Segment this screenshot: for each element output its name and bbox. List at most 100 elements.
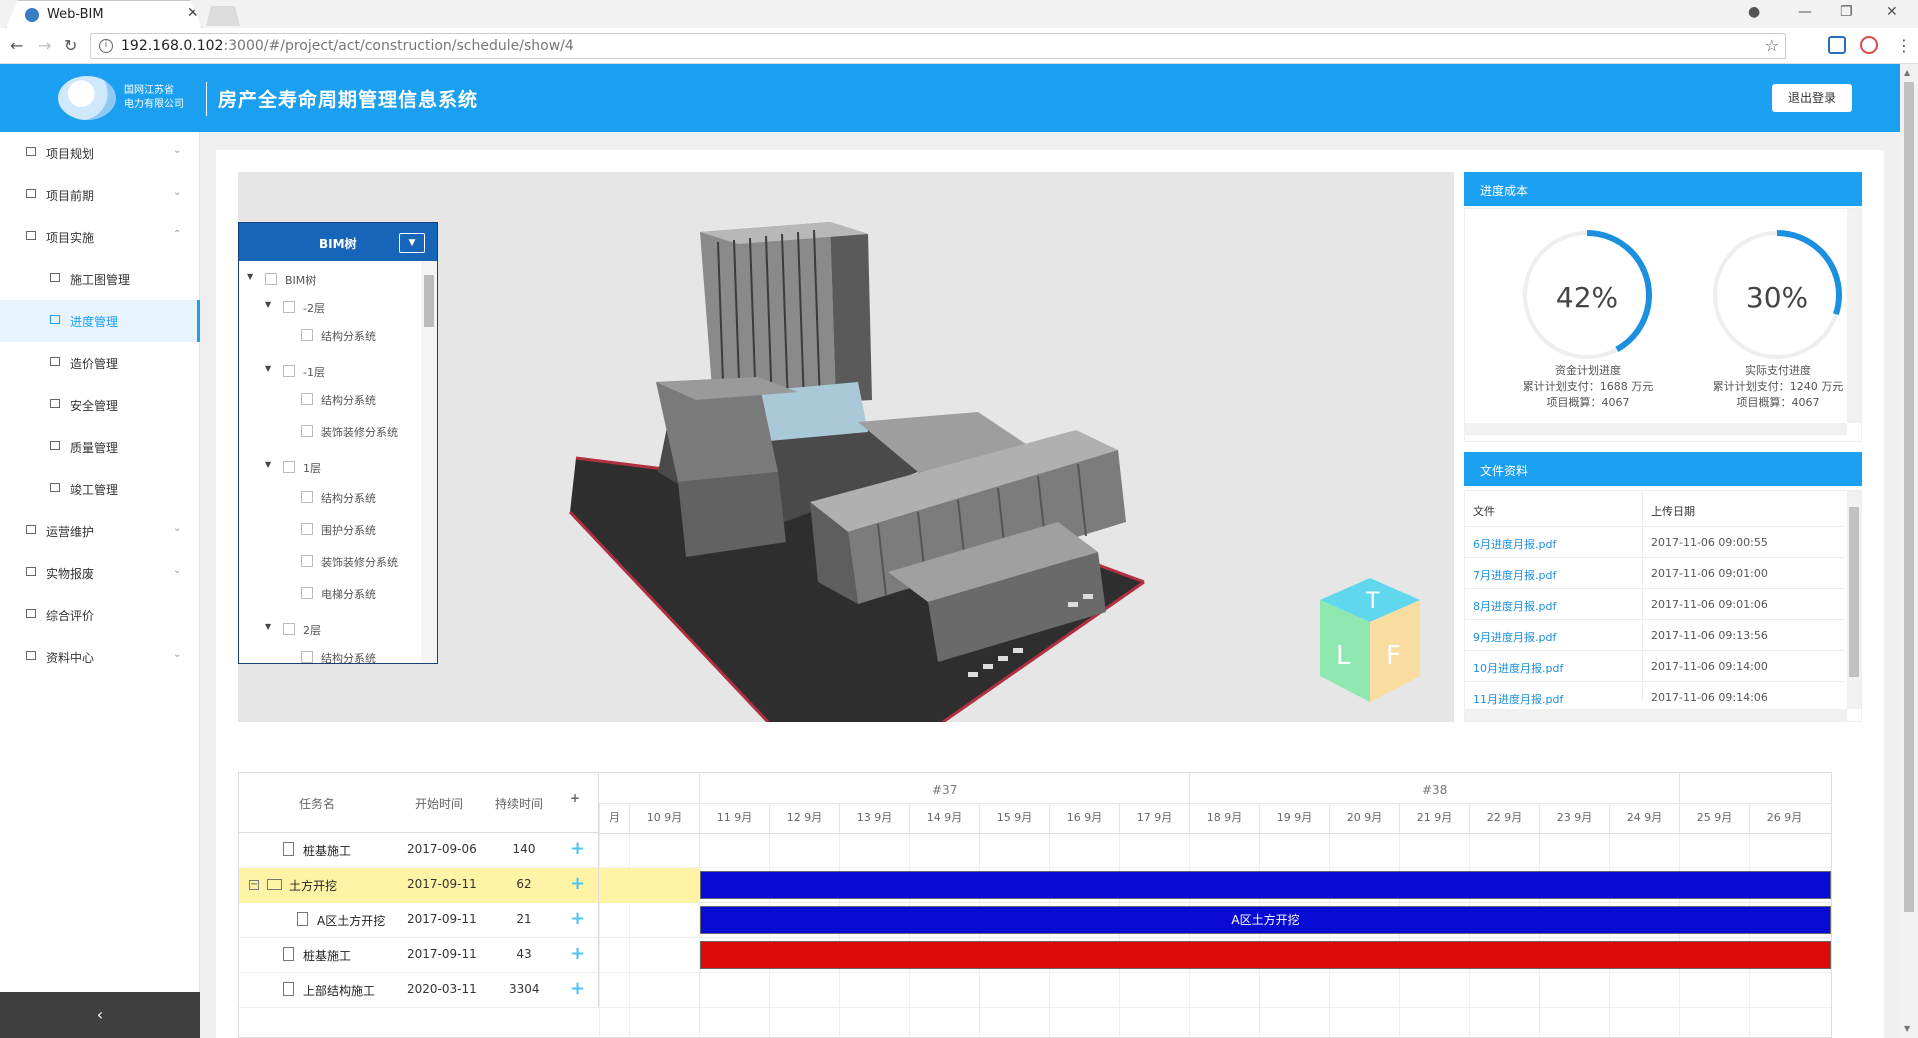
tree-node[interactable]: 装饰装修分系统 [239,419,419,443]
gantt-task-row[interactable]: A区土方开挖 2017-09-11 21 + A区土方开挖 [239,903,1831,938]
tree-expand-icon[interactable]: ▼ [265,300,271,309]
tree-node-checkbox[interactable] [283,623,295,635]
reload-icon[interactable]: ↻ [64,36,77,55]
page-scroll-thumb[interactable] [1904,82,1914,912]
tree-node-checkbox[interactable] [301,523,313,535]
extension-icon[interactable] [1828,36,1846,54]
gantt-bar[interactable] [700,871,1831,899]
file-link[interactable]: 10月进度月报.pdf [1473,660,1563,676]
tree-node[interactable]: 结构分系统 [239,485,419,509]
forward-icon[interactable]: → [38,36,51,55]
tree-node-checkbox[interactable] [283,461,295,473]
page-scrollbar[interactable]: ▲ ▼ [1900,64,1918,1038]
tree-node-checkbox[interactable] [283,365,295,377]
files-hscrollbar[interactable] [1465,709,1847,721]
sidebar-item-9[interactable]: 运营维护 ⌄ [0,510,200,552]
tree-expand-icon[interactable]: ▼ [265,364,271,373]
add-subtask-icon[interactable]: + [570,978,585,999]
sidebar-item-6[interactable]: 安全管理 [0,384,200,426]
account-icon[interactable]: ● [1748,4,1760,20]
sidebar-item-2[interactable]: 项目实施 ⌃ [0,216,200,258]
sidebar-item-10[interactable]: 实物报废 ⌄ [0,552,200,594]
gantt-task-row[interactable]: − 土方开挖 2017-09-11 62 + [239,868,1831,903]
file-link[interactable]: 9月进度月报.pdf [1473,629,1556,645]
bim-tree-scrollbar[interactable] [421,261,437,663]
sidebar-item-3[interactable]: 施工图管理 [0,258,200,300]
files-vscrollbar[interactable] [1847,491,1861,709]
add-task-icon[interactable]: + [570,791,580,805]
file-link[interactable]: 7月进度月报.pdf [1473,567,1556,583]
close-tab-icon[interactable]: ✕ [187,5,199,21]
bim-tree-scroll-thumb[interactable] [424,275,434,327]
tree-node[interactable]: 结构分系统 [239,387,419,411]
tree-node[interactable]: 结构分系统 [239,323,419,347]
tree-node-checkbox[interactable] [301,555,313,567]
menu-dots-icon[interactable]: ⋮ [1896,36,1912,55]
tree-node-checkbox[interactable] [301,425,313,437]
progress-vscrollbar[interactable] [1847,209,1861,423]
view-cube[interactable]: T L F [1310,570,1430,710]
gantt-task-row[interactable]: 桩基施工 2017-09-11 43 + [239,938,1831,973]
files-table-header: 文件 上传日期 [1465,491,1845,527]
view-cube-front[interactable]: F [1386,641,1401,671]
tree-node-checkbox[interactable] [301,491,313,503]
gantt-task-row[interactable]: 上部结构施工 2020-03-11 3304 + [239,973,1831,1008]
minimize-icon[interactable]: — [1798,4,1812,20]
tree-expand-icon[interactable]: ▼ [265,622,271,631]
tree-node[interactable]: ▼ 2层 [239,617,419,641]
tree-node[interactable]: 装饰装修分系统 [239,549,419,573]
tree-node-checkbox[interactable] [283,301,295,313]
tree-node-checkbox[interactable] [301,393,313,405]
browser-tab[interactable]: Web-BIM ✕ [6,0,202,28]
file-link[interactable]: 6月进度月报.pdf [1473,536,1556,552]
sidebar-item-4[interactable]: 进度管理 [0,300,200,342]
scroll-up-icon[interactable]: ▲ [1904,68,1910,77]
view-cube-top[interactable]: T [1365,589,1380,614]
gantt-bar[interactable]: A区土方开挖 [700,906,1831,934]
info-icon[interactable]: i [99,39,113,53]
restore-icon[interactable]: ❐ [1840,4,1853,20]
extension-record-icon[interactable] [1860,36,1878,54]
tree-node[interactable]: ▼ 1层 [239,455,419,479]
tree-node[interactable]: ▼ BIM树 [239,267,419,291]
tree-node-checkbox[interactable] [301,587,313,599]
collapse-icon[interactable]: − [249,880,259,890]
sidebar-item-11[interactable]: 综合评价 [0,594,200,636]
back-icon[interactable]: ← [10,36,23,55]
file-link[interactable]: 8月进度月报.pdf [1473,598,1556,614]
add-subtask-icon[interactable]: + [570,873,585,894]
bookmark-star-icon[interactable]: ☆ [1765,36,1779,55]
url-input[interactable]: i 192.168.0.102:3000/#/project/act/const… [90,33,1786,59]
tree-expand-icon[interactable]: ▼ [247,272,253,281]
gantt-bar[interactable] [700,941,1831,969]
tree-node[interactable]: 电梯分系统 [239,581,419,605]
tree-node-checkbox[interactable] [301,329,313,341]
add-subtask-icon[interactable]: + [570,943,585,964]
gantt-task-row[interactable]: 桩基施工 2017-09-06 140 + [239,833,1831,868]
progress-hscrollbar[interactable] [1465,423,1847,435]
tree-expand-icon[interactable]: ▼ [265,460,271,469]
sidebar-item-0[interactable]: 项目规划 ⌄ [0,132,200,174]
sidebar-item-1[interactable]: 项目前期 ⌄ [0,174,200,216]
file-link[interactable]: 11月进度月报.pdf [1473,691,1563,707]
add-subtask-icon[interactable]: + [570,838,585,859]
tree-node[interactable]: ▼ -2层 [239,295,419,319]
bim-tree-collapse-button[interactable]: ▼ [399,233,425,253]
sidebar-item-5[interactable]: 造价管理 [0,342,200,384]
tree-node-checkbox[interactable] [301,651,313,663]
logout-button[interactable]: 退出登录 [1772,84,1852,112]
scroll-down-icon[interactable]: ▼ [1904,1024,1910,1033]
tree-node-checkbox[interactable] [265,273,277,285]
tree-node[interactable]: 围护分系统 [239,517,419,541]
sidebar-item-8[interactable]: 竣工管理 [0,468,200,510]
close-window-icon[interactable]: ✕ [1886,4,1898,20]
tree-node[interactable]: ▼ -1层 [239,359,419,383]
add-subtask-icon[interactable]: + [570,908,585,929]
files-scroll-thumb[interactable] [1849,507,1859,677]
sidebar-collapse-button[interactable]: ‹ [0,992,200,1038]
sidebar-item-12[interactable]: 资料中心 ⌄ [0,636,200,678]
tree-node[interactable]: 结构分系统 [239,645,419,669]
view-cube-left[interactable]: L [1336,641,1351,671]
sidebar-item-7[interactable]: 质量管理 [0,426,200,468]
new-tab-button[interactable] [206,6,240,26]
